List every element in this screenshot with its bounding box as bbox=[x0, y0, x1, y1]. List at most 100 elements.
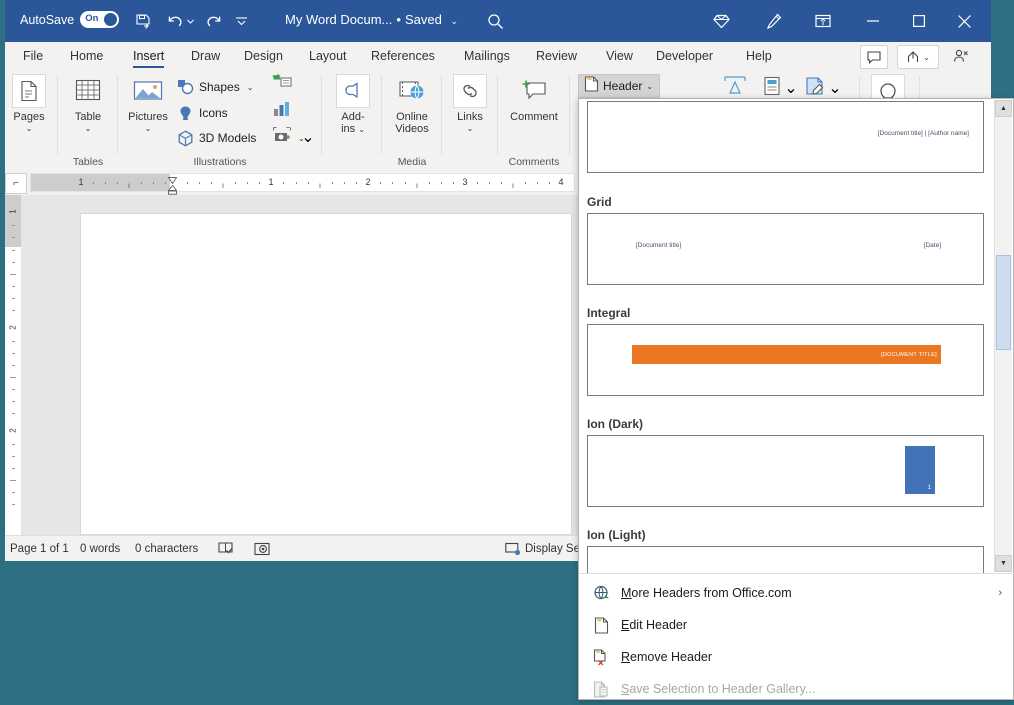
scroll-down-button[interactable]: ▼ bbox=[995, 555, 1012, 572]
quick-parts-icon bbox=[763, 76, 781, 101]
canvas-gutter bbox=[23, 195, 80, 535]
save-selection-icon bbox=[591, 679, 611, 699]
display-settings-button[interactable]: Display Setti bbox=[505, 536, 589, 562]
tab-stop-selector[interactable]: ⌐ bbox=[5, 173, 27, 194]
chevron-down-icon[interactable]: ⌄ bbox=[467, 124, 474, 133]
ribbon-display-icon[interactable] bbox=[810, 9, 836, 33]
minimize-button[interactable] bbox=[850, 0, 895, 42]
status-char-count[interactable]: 0 characters bbox=[135, 536, 198, 562]
desktop-edge-left bbox=[0, 0, 5, 568]
first-line-indent-marker[interactable] bbox=[168, 171, 177, 178]
header-gallery-list[interactable]: [Document title] | [Author name] Grid [D… bbox=[579, 99, 996, 573]
gallery-item-text-left: [Document title] bbox=[636, 242, 681, 249]
gallery-scrollbar[interactable]: ▲ ▼ bbox=[994, 100, 1012, 572]
saved-status: Saved bbox=[405, 12, 442, 27]
signature-line-icon bbox=[805, 76, 825, 101]
status-word-count[interactable]: 0 words bbox=[80, 536, 120, 562]
smartart-button[interactable] bbox=[270, 74, 294, 96]
document-canvas[interactable]: 1 2 2 bbox=[0, 195, 578, 535]
share-button[interactable]: ⌄ bbox=[897, 45, 939, 69]
status-page-count[interactable]: Page 1 of 1 bbox=[10, 536, 69, 562]
ruler-number: 1 bbox=[78, 177, 83, 187]
tab-help[interactable]: Help bbox=[737, 42, 781, 70]
add-ins-icon bbox=[336, 74, 370, 108]
autosave-label: AutoSave bbox=[20, 13, 74, 27]
horizontal-ruler[interactable]: 1 1 2 3 4 ı ı ı ı ı bbox=[30, 173, 575, 192]
save-icon[interactable] bbox=[130, 9, 156, 33]
tab-design[interactable]: Design bbox=[235, 42, 292, 70]
group-divider bbox=[569, 76, 570, 154]
undo-caret-icon[interactable] bbox=[184, 9, 196, 33]
close-button[interactable] bbox=[942, 0, 987, 42]
3d-models-icon bbox=[176, 129, 194, 147]
gallery-item-blank[interactable]: [Document title] | [Author name] bbox=[587, 101, 984, 173]
comments-icon[interactable] bbox=[860, 45, 888, 69]
screenshot-caret[interactable]: ⌄ bbox=[296, 126, 320, 148]
links-label: Links bbox=[457, 111, 483, 123]
document-page[interactable] bbox=[80, 213, 572, 535]
chevron-down-icon[interactable]: ⌄ bbox=[145, 124, 152, 133]
document-title[interactable]: My Word Docum...•Saved ⌄ bbox=[285, 12, 458, 27]
accessibility-icon[interactable] bbox=[254, 536, 270, 562]
gallery-item-name: Ion (Light) bbox=[587, 528, 984, 542]
gallery-item-ion-light[interactable]: Ion (Light) bbox=[587, 528, 984, 573]
table-button[interactable]: Table ⌄ bbox=[60, 74, 116, 133]
vertical-ruler[interactable]: 1 2 2 bbox=[5, 195, 22, 535]
scrollbar-thumb[interactable] bbox=[996, 255, 1011, 350]
gallery-thumbnail: [DOCUMENT TITLE] bbox=[587, 324, 984, 396]
vruler-number: 2 bbox=[9, 325, 18, 329]
online-videos-button[interactable]: Online Videos bbox=[384, 74, 440, 135]
tab-review[interactable]: Review bbox=[527, 42, 586, 70]
chevron-down-icon: ⌄ bbox=[646, 82, 653, 91]
header-button[interactable]: Header ⌄ bbox=[578, 74, 660, 98]
scroll-up-button[interactable]: ▲ bbox=[995, 100, 1012, 117]
proofing-icon[interactable] bbox=[218, 536, 233, 562]
menu-item-edit-header[interactable]: Edit Header bbox=[579, 609, 1014, 641]
maximize-button[interactable] bbox=[896, 0, 941, 42]
tab-developer[interactable]: Developer bbox=[647, 42, 722, 70]
vruler-number: 1 bbox=[9, 209, 18, 213]
comment-button[interactable]: Comment bbox=[506, 74, 562, 123]
pictures-button[interactable]: Pictures ⌄ bbox=[120, 74, 176, 133]
menu-item-more-headers[interactable]: MMore Headers from Office.comore Headers… bbox=[579, 577, 1014, 609]
title-caret-icon[interactable]: ⌄ bbox=[450, 16, 458, 26]
diamond-icon[interactable] bbox=[708, 9, 734, 33]
tab-view[interactable]: View bbox=[597, 42, 642, 70]
autosave-control[interactable]: AutoSave On bbox=[20, 11, 119, 28]
left-indent-marker[interactable] bbox=[168, 182, 177, 192]
customize-quick-access-icon[interactable] bbox=[228, 9, 254, 33]
shapes-button[interactable]: Shapes ⌄ bbox=[176, 76, 253, 98]
tab-mailings[interactable]: Mailings bbox=[455, 42, 519, 70]
screenshot-button[interactable] bbox=[270, 126, 294, 148]
chevron-down-icon[interactable]: ⌄ bbox=[247, 83, 254, 92]
search-icon[interactable] bbox=[480, 9, 510, 33]
pages-button[interactable]: Pages ⌄ bbox=[1, 74, 57, 133]
tab-file[interactable]: File bbox=[14, 42, 52, 70]
gallery-item-integral[interactable]: Integral [DOCUMENT TITLE] bbox=[587, 306, 984, 396]
gallery-item-grid[interactable]: Grid [Document title] [Date] bbox=[587, 195, 984, 285]
autosave-toggle[interactable]: On bbox=[80, 11, 119, 28]
tab-draw[interactable]: Draw bbox=[182, 42, 229, 70]
chart-button[interactable] bbox=[270, 100, 294, 122]
online-videos-label-line1: Online bbox=[396, 111, 428, 123]
add-ins-button[interactable]: Add- ins ⌄ bbox=[325, 74, 381, 136]
ruler-number: 3 bbox=[462, 177, 467, 187]
tab-insert[interactable]: Insert bbox=[124, 42, 173, 70]
links-button[interactable]: Links ⌄ bbox=[442, 74, 498, 133]
3d-models-button[interactable]: 3D Models bbox=[176, 127, 256, 149]
chevron-down-icon[interactable]: ⌄ bbox=[85, 124, 92, 133]
gallery-item-ion-dark[interactable]: Ion (Dark) 1 bbox=[587, 417, 984, 507]
pen-icon[interactable] bbox=[760, 9, 786, 33]
tab-home[interactable]: Home bbox=[61, 42, 112, 70]
redo-icon[interactable] bbox=[200, 9, 226, 33]
chevron-down-icon[interactable]: ⌄ bbox=[26, 124, 33, 133]
group-label-tables: Tables bbox=[58, 156, 118, 168]
ruler-halfmark: ı bbox=[319, 181, 321, 190]
menu-item-remove-header[interactable]: Remove Header bbox=[579, 641, 1014, 673]
header-gallery-dropdown: [Document title] | [Author name] Grid [D… bbox=[578, 98, 1014, 700]
tab-references[interactable]: References bbox=[362, 42, 444, 70]
autosave-toggle-state: On bbox=[85, 13, 98, 24]
icons-button[interactable]: Icons bbox=[176, 102, 228, 124]
tab-layout[interactable]: Layout bbox=[300, 42, 356, 70]
editing-person-icon[interactable] bbox=[948, 45, 974, 67]
